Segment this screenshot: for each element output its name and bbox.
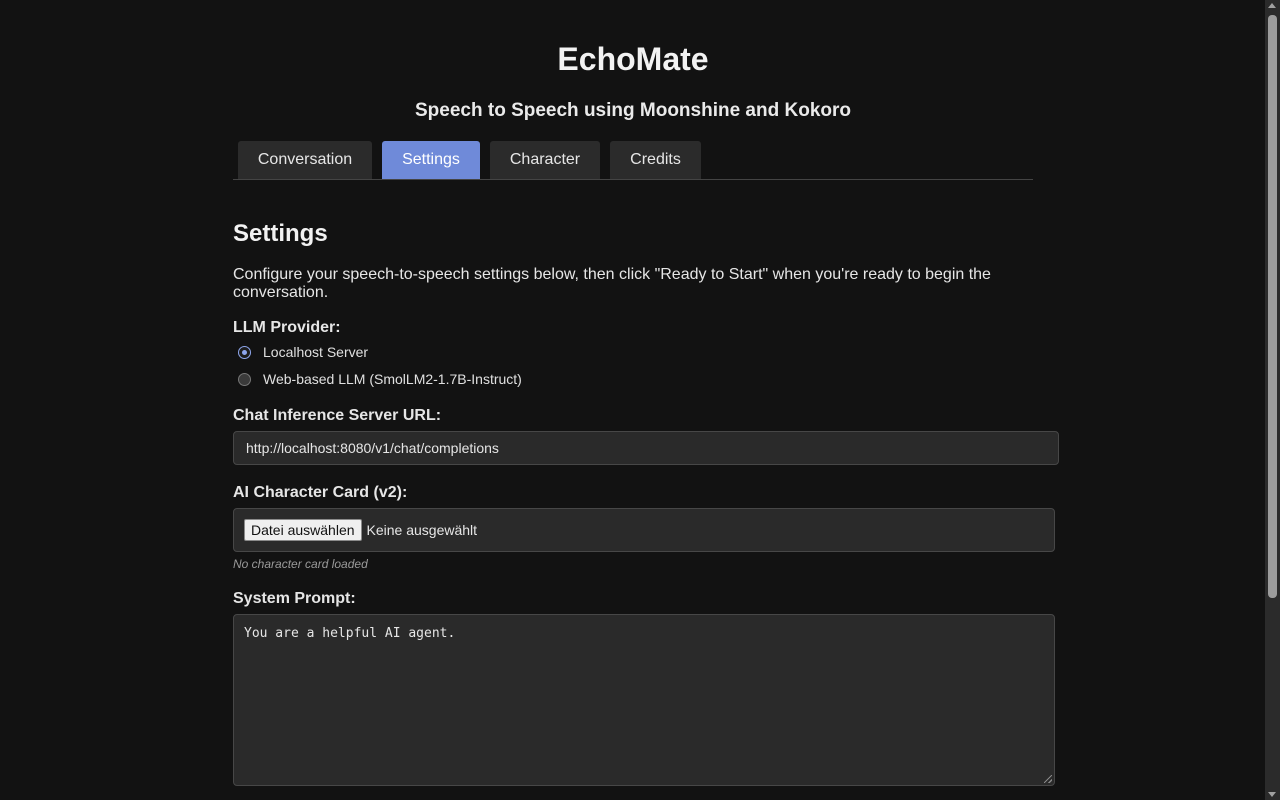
scroll-thumb[interactable]: [1268, 15, 1277, 598]
scroll-down-icon[interactable]: [1268, 792, 1276, 797]
radio-checked-icon[interactable]: [238, 345, 251, 359]
settings-intro: Configure your speech-to-speech settings…: [233, 266, 991, 301]
system-prompt-textarea[interactable]: You are a helpful AI agent.: [233, 614, 1055, 786]
tab-credits[interactable]: Credits: [610, 141, 701, 179]
tab-conversation[interactable]: Conversation: [238, 141, 372, 179]
server-url-label: Chat Inference Server URL:: [233, 407, 442, 424]
scroll-up-icon[interactable]: [1268, 3, 1276, 8]
tab-character[interactable]: Character: [490, 141, 600, 179]
choose-file-button[interactable]: Datei auswählen: [244, 519, 362, 541]
radio-option-label: Web-based LLM (SmolLM2-1.7B-Instruct): [263, 371, 522, 387]
vertical-scrollbar[interactable]: [1265, 0, 1280, 800]
file-status: Keine ausgewählt: [366, 522, 478, 538]
server-url-input[interactable]: http://localhost:8080/v1/chat/completion…: [233, 431, 1059, 465]
page: EchoMate Speech to Speech using Moonshin…: [0, 0, 1280, 800]
radio-option-localhost[interactable]: Localhost Server: [238, 342, 368, 362]
settings-heading: Settings: [233, 220, 328, 247]
app-subtitle: Speech to Speech using Moonshine and Kok…: [415, 100, 851, 121]
tab-bar: Conversation Settings Character Credits: [233, 141, 1033, 180]
llm-provider-label: LLM Provider:: [233, 319, 341, 336]
system-prompt-text: You are a helpful AI agent.: [244, 626, 456, 641]
tab-settings[interactable]: Settings: [382, 141, 480, 179]
radio-option-web-llm[interactable]: Web-based LLM (SmolLM2-1.7B-Instruct): [238, 369, 522, 389]
character-card-hint: No character card loaded: [233, 557, 368, 571]
character-card-label: AI Character Card (v2):: [233, 484, 408, 501]
resize-grip-icon[interactable]: [1044, 775, 1052, 783]
radio-unchecked-icon[interactable]: [238, 372, 251, 386]
system-prompt-label: System Prompt:: [233, 590, 356, 607]
character-card-file-input[interactable]: Datei auswählen Keine ausgewählt: [233, 508, 1055, 552]
radio-option-label: Localhost Server: [263, 344, 369, 360]
app-title: EchoMate: [557, 41, 709, 77]
